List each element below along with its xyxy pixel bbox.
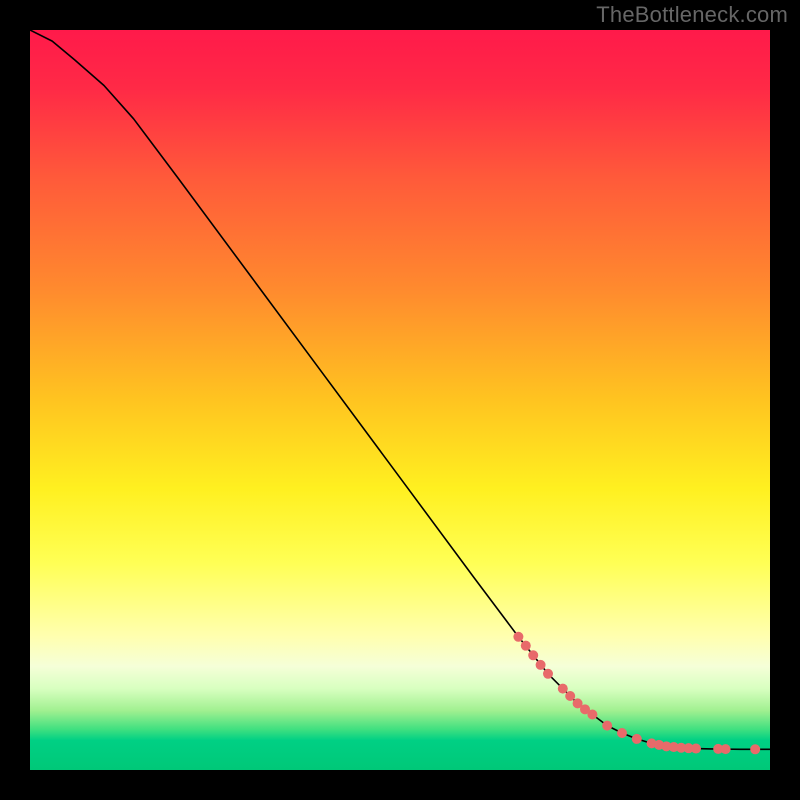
marker-point	[602, 721, 612, 731]
marker-point	[721, 744, 731, 754]
marker-point	[528, 650, 538, 660]
marker-point	[513, 632, 523, 642]
marker-point	[536, 660, 546, 670]
marker-point	[565, 691, 575, 701]
marker-point	[632, 734, 642, 744]
marker-point	[691, 744, 701, 754]
marker-point	[587, 710, 597, 720]
marker-point	[617, 728, 627, 738]
watermark-text: TheBottleneck.com	[596, 2, 788, 28]
marker-point	[543, 669, 553, 679]
marker-point	[750, 744, 760, 754]
marker-point	[521, 641, 531, 651]
marker-point	[558, 684, 568, 694]
chart-svg	[30, 30, 770, 770]
chart-background	[30, 30, 770, 770]
chart-plot-area	[30, 30, 770, 770]
